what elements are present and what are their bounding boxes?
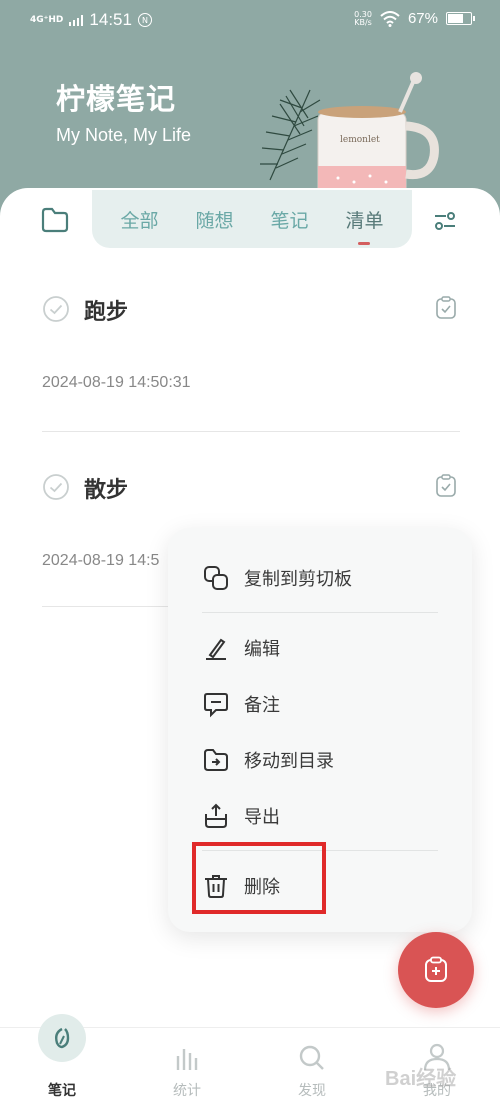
nav-label: 发现: [298, 1083, 326, 1099]
search-icon: [299, 1045, 324, 1070]
menu-label: 备注: [244, 695, 280, 716]
menu-label: 复制到剪切板: [244, 569, 352, 590]
app-subtitle: My Note, My Life: [56, 125, 192, 145]
note-title: 跑步: [84, 300, 129, 325]
copy-icon: [204, 566, 228, 590]
tab-all[interactable]: 全部: [118, 202, 160, 237]
export-icon: [205, 803, 227, 828]
wifi-icon: [380, 10, 400, 27]
note-leaf-icon: [54, 1027, 70, 1049]
divider: [42, 431, 460, 432]
filter-icon: [435, 212, 455, 230]
menu-comment[interactable]: 备注: [202, 684, 280, 724]
note-item[interactable]: 跑步 2024-08-19 14:50:31: [42, 292, 460, 432]
nav-label: 统计: [173, 1083, 201, 1099]
nav-active-indicator: [38, 1014, 86, 1062]
menu-copy[interactable]: 复制到剪切板: [202, 558, 352, 598]
category-tabs: 全部 随想 笔记 清单: [92, 190, 412, 248]
net-speed: 0.30 KB/s: [354, 10, 372, 27]
status-bar: 4G⁺HD 14:51 N 0.30 KB/s 67%: [0, 0, 500, 40]
watermark: Bai经验: [385, 1068, 457, 1090]
status-right: 0.30 KB/s 67%: [354, 10, 475, 27]
menu-label: 导出: [244, 807, 280, 828]
menu-divider: [202, 612, 438, 613]
app-title: 柠檬笔记: [56, 82, 177, 116]
tab-checklist[interactable]: 清单: [343, 202, 385, 245]
add-clipboard-icon: [425, 956, 447, 982]
menu-label: 移动到目录: [244, 751, 334, 772]
edit-icon: [206, 638, 226, 660]
network-type: 4G⁺HD: [30, 14, 64, 25]
battery-level: [448, 14, 463, 23]
folder-icon: [41, 207, 69, 233]
comment-icon: [204, 693, 228, 718]
nav-stats[interactable]: 统计: [147, 1028, 227, 1111]
menu-export[interactable]: 导出: [202, 796, 280, 836]
mug-icon: lemonlet: [317, 72, 439, 197]
mug-label: lemonlet: [340, 135, 380, 145]
clipboard-check-icon[interactable]: [435, 474, 457, 498]
nav-label: 笔记: [48, 1083, 76, 1099]
folder-move-icon: [204, 749, 228, 771]
note-date: 2024-08-19 14:50:31: [42, 374, 191, 391]
folder-button[interactable]: [40, 206, 70, 238]
annotation-highlight-box: [192, 842, 326, 914]
signal-icon: [69, 14, 84, 26]
nav-discover[interactable]: 发现: [272, 1028, 352, 1111]
battery-icon: [446, 12, 475, 25]
status-left: 4G⁺HD 14:51 N: [30, 10, 152, 30]
filter-button[interactable]: [432, 208, 458, 238]
nav-notes[interactable]: 笔记: [22, 1014, 102, 1111]
check-circle-icon[interactable]: [42, 473, 70, 501]
check-circle-icon[interactable]: [42, 295, 70, 323]
clock: 14:51: [89, 10, 132, 29]
note-title: 散步: [84, 478, 129, 503]
nfc-icon: N: [137, 13, 152, 27]
net-speed-unit: KB/s: [354, 17, 372, 27]
tab-notes[interactable]: 笔记: [268, 202, 310, 237]
clipboard-check-icon[interactable]: [435, 296, 457, 320]
battery-percent: 67%: [407, 10, 438, 27]
note-date: 2024-08-19 14:5: [42, 552, 160, 569]
header-illustration: lemonlet: [260, 72, 439, 197]
add-note-button[interactable]: [398, 932, 474, 1008]
pine-branch-icon: [260, 89, 321, 181]
menu-label: 编辑: [244, 639, 280, 660]
menu-move[interactable]: 移动到目录: [202, 740, 334, 780]
tab-thoughts[interactable]: 随想: [193, 202, 235, 237]
bar-stats-icon: [176, 1049, 198, 1070]
menu-edit[interactable]: 编辑: [202, 628, 280, 668]
